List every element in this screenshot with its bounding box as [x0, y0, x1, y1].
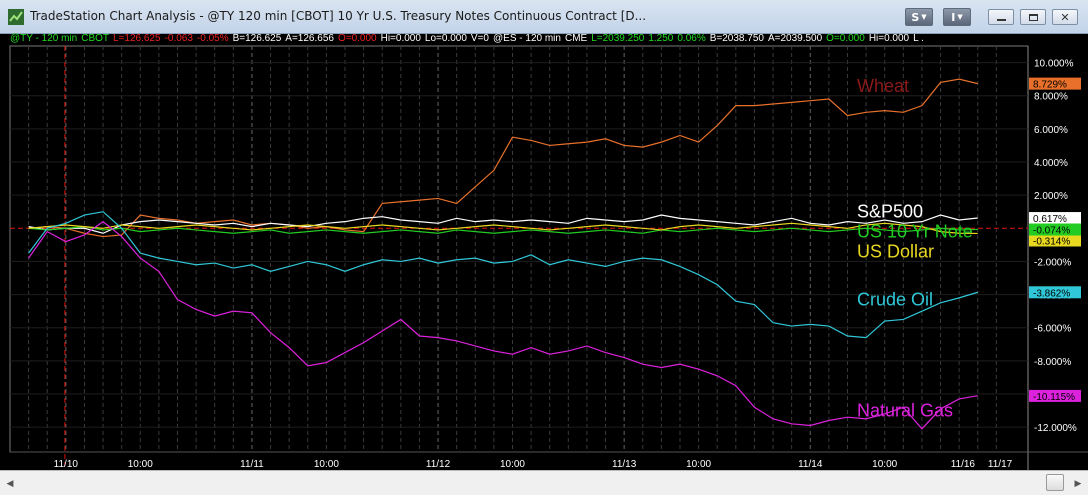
last-value-text: -3.862% — [1033, 288, 1070, 299]
scrollbar-thumb[interactable] — [1046, 474, 1064, 491]
status-field: L=2039.250 — [591, 33, 645, 44]
y-tick-label: -12.000% — [1034, 423, 1077, 434]
series-label: Wheat — [857, 76, 909, 96]
status-field: O=0.000 — [826, 33, 865, 44]
status-field: L . — [913, 33, 924, 44]
status-field: CBOT — [81, 33, 109, 44]
x-tick-label: 11/11 — [240, 459, 264, 470]
scroll-right-icon[interactable]: ▶ — [1071, 477, 1085, 490]
last-value-text: -10.115% — [1033, 392, 1075, 403]
status-field: CME — [564, 33, 588, 44]
x-tick-label: 10:00 — [872, 459, 897, 470]
y-tick-label: 2.000% — [1034, 191, 1068, 202]
horizontal-scrollbar[interactable]: ◀ ▶ — [0, 470, 1088, 495]
x-tick-label: 11/10 — [54, 459, 79, 470]
status-field: A=2039.500 — [767, 33, 823, 44]
last-value-text: 0.617% — [1033, 214, 1067, 225]
y-tick-label: -6.000% — [1034, 324, 1071, 335]
last-value-text: -0.314% — [1033, 236, 1070, 247]
last-value-text: 8.729% — [1033, 80, 1067, 91]
series-label: US 10 Yr Note — [857, 222, 973, 242]
status-field: O=0.000 — [337, 33, 377, 44]
x-tick-label: 11/17 — [988, 459, 1013, 470]
y-tick-label: -2.000% — [1034, 257, 1071, 268]
status-field: -0.063 — [164, 33, 193, 44]
status-field: @TY - 120 min — [10, 33, 78, 44]
status-field: B=126.625 — [232, 33, 282, 44]
y-tick-label: -8.000% — [1034, 357, 1071, 368]
status-field: Hi=0.000 — [380, 33, 421, 44]
y-tick-label: 4.000% — [1034, 158, 1068, 169]
symbol-status-line: @TY - 120 min CBOT L=126.625 -0.063 -0.05% B=… — [10, 33, 1028, 45]
x-tick-label: 11/13 — [612, 459, 637, 470]
x-tick-label: 11/16 — [951, 459, 976, 470]
series-label: S&P500 — [857, 202, 923, 222]
status-field: Hi=0.000 — [868, 33, 910, 44]
series-label: Natural Gas — [857, 401, 953, 421]
status-field: L=126.625 — [113, 33, 161, 44]
x-tick-label: 10:00 — [500, 459, 525, 470]
x-tick-label: 10:00 — [686, 459, 711, 470]
series-label: US Dollar — [857, 241, 934, 261]
status-field: A=126.656 — [285, 33, 334, 44]
status-field: 0.06% — [677, 33, 706, 44]
y-tick-label: 8.000% — [1034, 92, 1068, 103]
series-label: Crude Oil — [857, 290, 933, 310]
status-field: Lo=0.000 — [424, 33, 467, 44]
scroll-left-icon[interactable]: ◀ — [3, 477, 17, 490]
status-field: -0.05% — [196, 33, 229, 44]
y-tick-label: 6.000% — [1034, 125, 1068, 136]
x-tick-label: 11/12 — [426, 459, 451, 470]
status-field: V=0 — [470, 33, 489, 44]
x-tick-label: 10:00 — [128, 459, 153, 470]
y-tick-label: 10.000% — [1034, 59, 1074, 70]
status-field: @ES - 120 min — [493, 33, 561, 44]
last-value-text: -0.074% — [1033, 226, 1070, 237]
status-field: 1.250 — [648, 33, 674, 44]
x-tick-label: 10:00 — [314, 459, 339, 470]
x-tick-label: 11/14 — [798, 459, 823, 470]
status-field: B=2038.750 — [709, 33, 764, 44]
chart-canvas[interactable]: 10.000%8.000%6.000%4.000%2.000%-2.000%-4… — [0, 0, 1088, 470]
